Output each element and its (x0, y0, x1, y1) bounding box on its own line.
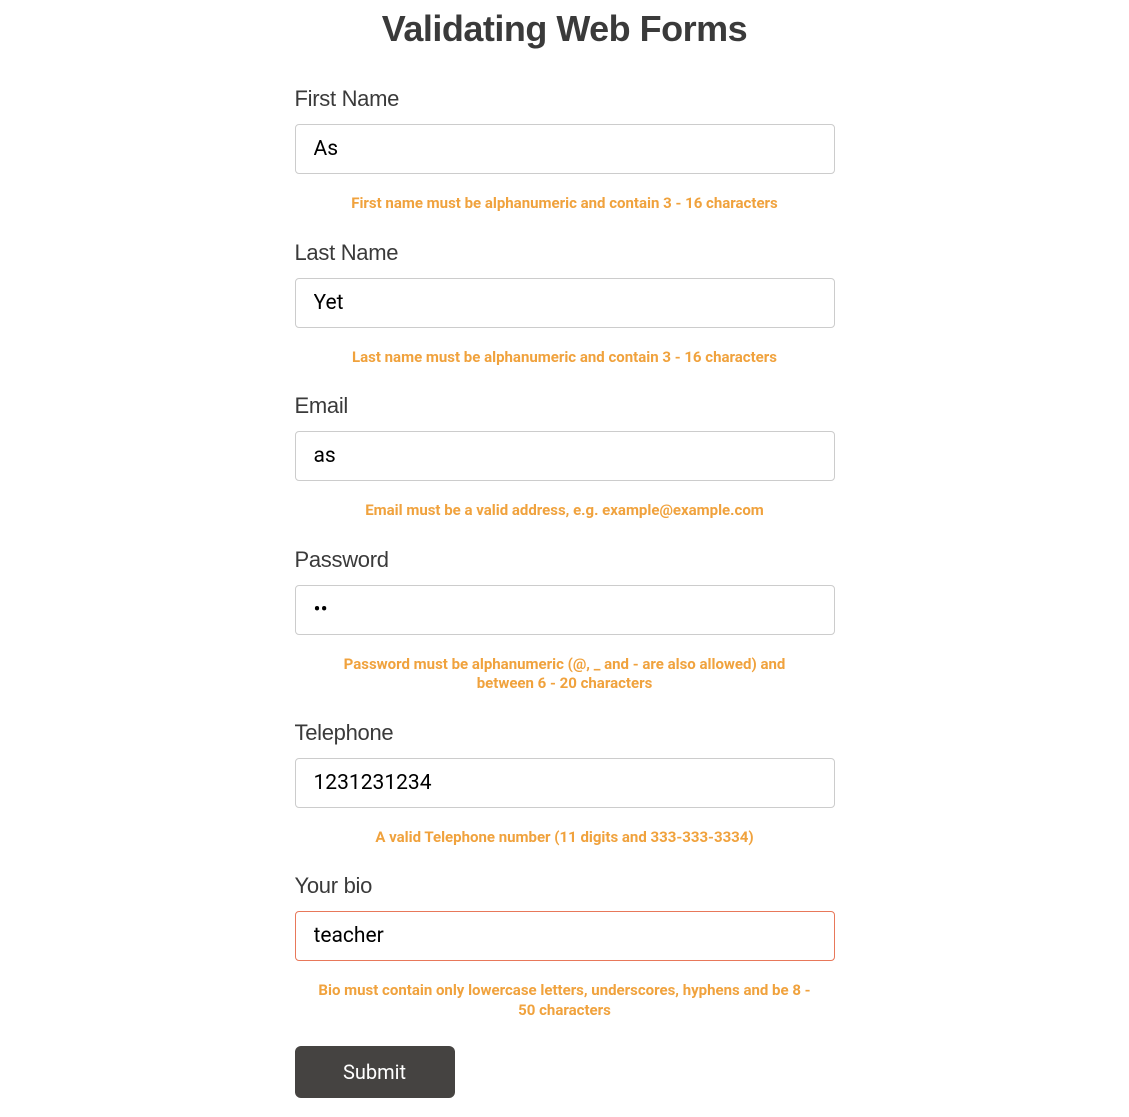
bio-input[interactable] (295, 911, 835, 961)
telephone-label: Telephone (295, 720, 835, 746)
page-title: Validating Web Forms (295, 8, 835, 50)
last-name-group: Last Name Last name must be alphanumeric… (295, 240, 835, 368)
first-name-help: First name must be alphanumeric and cont… (295, 194, 835, 214)
password-label: Password (295, 547, 835, 573)
email-group: Email Email must be a valid address, e.g… (295, 393, 835, 521)
first-name-input[interactable] (295, 124, 835, 174)
last-name-label: Last Name (295, 240, 835, 266)
telephone-input[interactable] (295, 758, 835, 808)
email-help: Email must be a valid address, e.g. exam… (295, 501, 835, 521)
submit-button[interactable]: Submit (295, 1046, 455, 1098)
password-group: Password Password must be alphanumeric (… (295, 547, 835, 694)
first-name-label: First Name (295, 86, 835, 112)
email-label: Email (295, 393, 835, 419)
telephone-group: Telephone A valid Telephone number (11 d… (295, 720, 835, 848)
bio-help: Bio must contain only lowercase letters,… (295, 981, 835, 1020)
password-help: Password must be alphanumeric (@, _ and … (295, 655, 835, 694)
email-input[interactable] (295, 431, 835, 481)
last-name-help: Last name must be alphanumeric and conta… (295, 348, 835, 368)
password-input[interactable] (295, 585, 835, 635)
bio-label: Your bio (295, 873, 835, 899)
bio-group: Your bio Bio must contain only lowercase… (295, 873, 835, 1020)
last-name-input[interactable] (295, 278, 835, 328)
first-name-group: First Name First name must be alphanumer… (295, 86, 835, 214)
telephone-help: A valid Telephone number (11 digits and … (295, 828, 835, 848)
